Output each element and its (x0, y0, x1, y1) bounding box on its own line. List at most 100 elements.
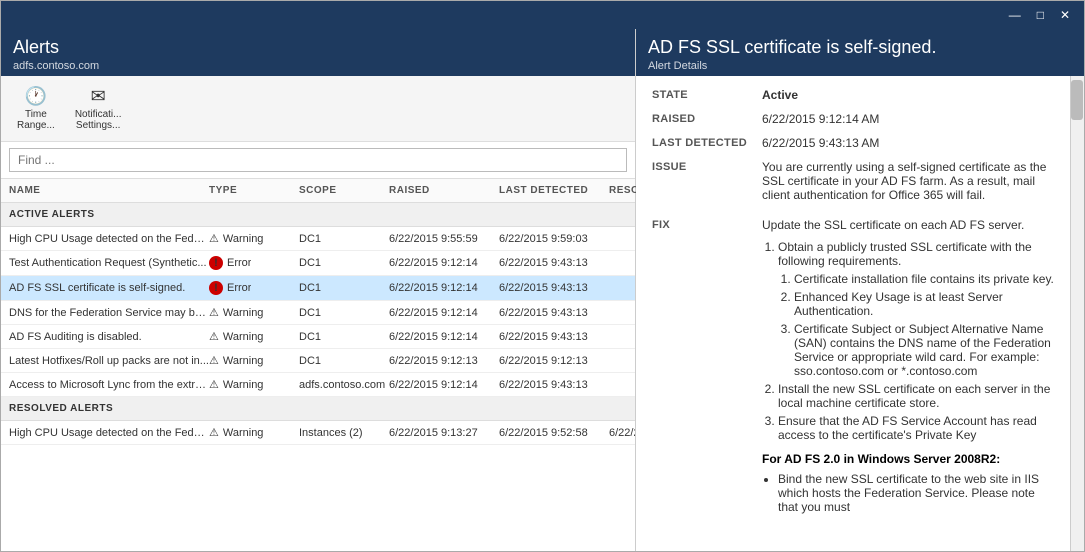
main-container: Alerts adfs.contoso.com 🕐 Time Range... … (1, 29, 1084, 551)
alerts-table: ACTIVE ALERTS High CPU Usage detected on… (1, 203, 635, 551)
left-panel: Alerts adfs.contoso.com 🕐 Time Range... … (1, 29, 636, 551)
alert-raised: 6/22/2015 9:12:13 (389, 355, 499, 367)
resolved-alerts-header: RESOLVED ALERTS (1, 397, 635, 421)
fix-intro: Update the SSL certificate on each AD FS… (762, 218, 1054, 232)
resolved-alerts-list: High CPU Usage detected on the Feder... … (1, 421, 635, 445)
warning-icon: ⚠ (209, 378, 219, 391)
alert-type-label: Warning (223, 233, 264, 245)
alert-name: AD FS Auditing is disabled. (9, 331, 209, 343)
left-header: Alerts adfs.contoso.com (1, 29, 635, 76)
search-bar (1, 142, 635, 179)
left-panel-title: Alerts (13, 37, 623, 58)
state-row: STATE Active (652, 88, 1054, 102)
fix-step-3: Ensure that the AD FS Service Account ha… (778, 414, 1054, 442)
notification-settings-button[interactable]: ✉ Notificati... Settings... (67, 82, 130, 135)
alert-type-label: Warning (223, 307, 264, 319)
alert-type-label: Error (227, 282, 251, 294)
alert-name: AD FS SSL certificate is self-signed. (9, 282, 209, 294)
fix-content: Update the SSL certificate on each AD FS… (762, 218, 1054, 518)
alert-scope: DC1 (299, 331, 389, 343)
issue-row: ISSUE You are currently using a self-sig… (652, 160, 1054, 202)
fix-step-1: Obtain a publicly trusted SSL certificat… (778, 240, 1054, 378)
alert-last-detected: 6/22/2015 9:43:13 (499, 307, 609, 319)
error-icon: ! (209, 256, 223, 270)
alert-name: Test Authentication Request (Synthetic..… (9, 257, 209, 269)
alert-resolved: 6/22/2015 9:53:58 (609, 427, 635, 439)
alert-last-detected: 6/22/2015 9:43:13 (499, 257, 609, 269)
alert-last-detected: 6/22/2015 9:43:13 (499, 331, 609, 343)
alert-type: ⚠Warning (209, 354, 299, 367)
active-alert-row[interactable]: Test Authentication Request (Synthetic..… (1, 251, 635, 276)
state-label: STATE (652, 88, 762, 102)
alert-name: Latest Hotfixes/Roll up packs are not in… (9, 355, 209, 367)
resolved-alert-row[interactable]: High CPU Usage detected on the Feder... … (1, 421, 635, 445)
title-bar: — □ ✕ (1, 1, 1084, 29)
main-window: — □ ✕ Alerts adfs.contoso.com 🕐 Time Ran… (0, 0, 1085, 552)
alert-raised: 6/22/2015 9:12:14 (389, 257, 499, 269)
alert-scope: Instances (2) (299, 427, 389, 439)
active-alerts-header: ACTIVE ALERTS (1, 203, 635, 227)
scrollbar-thumb (1071, 80, 1083, 120)
alert-last-detected: 6/22/2015 9:12:13 (499, 355, 609, 367)
time-range-label: Time Range... (17, 109, 55, 131)
clock-icon: 🕐 (25, 86, 47, 107)
alert-scope: DC1 (299, 257, 389, 269)
time-range-button[interactable]: 🕐 Time Range... (9, 82, 63, 135)
alert-raised: 6/22/2015 9:12:14 (389, 307, 499, 319)
col-last-detected: LAST DETECTED (499, 185, 609, 196)
error-icon: ! (209, 281, 223, 295)
maximize-button[interactable]: □ (1031, 6, 1050, 24)
state-value: Active (762, 88, 1054, 102)
scrollbar[interactable] (1070, 76, 1084, 551)
email-icon: ✉ (91, 86, 106, 107)
active-alert-row[interactable]: Access to Microsoft Lync from the extra.… (1, 373, 635, 397)
fix-bullet-1: Bind the new SSL certificate to the web … (778, 472, 1054, 514)
right-panel: AD FS SSL certificate is self-signed. Al… (636, 29, 1084, 551)
alert-name: High CPU Usage detected on the Feder... (9, 427, 209, 439)
alert-type: ⚠ Warning (209, 232, 299, 245)
minimize-button[interactable]: — (1003, 6, 1027, 24)
alert-raised: 6/22/2015 9:12:14 (389, 282, 499, 294)
fix-bullets: Bind the new SSL certificate to the web … (778, 472, 1054, 514)
alert-type: ⚠Warning (209, 306, 299, 319)
alert-scope: adfs.contoso.com (299, 379, 389, 391)
active-alerts-list: High CPU Usage detected on the Feder... … (1, 227, 635, 397)
active-alert-row[interactable]: AD FS Auditing is disabled. ⚠Warning DC1… (1, 325, 635, 349)
col-name: NAME (9, 185, 209, 196)
warning-icon: ⚠ (209, 330, 219, 343)
search-input[interactable] (9, 148, 627, 172)
issue-label: ISSUE (652, 160, 762, 202)
active-alert-row[interactable]: AD FS SSL certificate is self-signed. ! E… (1, 276, 635, 301)
alert-type: ⚠Warning (209, 330, 299, 343)
alert-type-label: Error (227, 257, 251, 269)
fix-sub-1a: Certificate installation file contains i… (794, 272, 1054, 286)
left-panel-subtitle: adfs.contoso.com (13, 60, 623, 72)
fix-step-1-sub: Certificate installation file contains i… (794, 272, 1054, 378)
alert-type-label: Warning (223, 379, 264, 391)
fix-steps-list: Obtain a publicly trusted SSL certificat… (778, 240, 1054, 442)
alert-last-detected: 6/22/2015 9:59:03 (499, 233, 609, 245)
last-detected-row: LAST DETECTED 6/22/2015 9:43:13 AM (652, 136, 1054, 150)
right-header: AD FS SSL certificate is self-signed. Al… (636, 29, 1084, 76)
alert-last-detected: 6/22/2015 9:43:13 (499, 379, 609, 391)
fix-label: FIX (652, 218, 762, 231)
alert-scope: DC1 (299, 307, 389, 319)
raised-value: 6/22/2015 9:12:14 AM (762, 112, 1054, 126)
active-alert-row[interactable]: High CPU Usage detected on the Feder... … (1, 227, 635, 251)
warning-icon: ⚠ (209, 232, 219, 245)
last-detected-label: LAST DETECTED (652, 136, 762, 150)
active-alert-row[interactable]: DNS for the Federation Service may be...… (1, 301, 635, 325)
active-alert-row[interactable]: Latest Hotfixes/Roll up packs are not in… (1, 349, 635, 373)
alert-scope: DC1 (299, 282, 389, 294)
issue-value: You are currently using a self-signed ce… (762, 160, 1054, 202)
alert-raised: 6/22/2015 9:12:14 (389, 331, 499, 343)
alert-type: ⚠Warning (209, 426, 299, 439)
table-header: NAME TYPE SCOPE RAISED LAST DETECTED RES… (1, 179, 635, 203)
fix-sub-1c: Certificate Subject or Subject Alternati… (794, 322, 1054, 378)
alert-type-label: Warning (223, 355, 264, 367)
alert-raised: 6/22/2015 9:13:27 (389, 427, 499, 439)
detail-scrollable[interactable]: STATE Active RAISED 6/22/2015 9:12:14 AM… (636, 76, 1070, 551)
alert-raised: 6/22/2015 9:12:14 (389, 379, 499, 391)
close-button[interactable]: ✕ (1054, 6, 1076, 24)
raised-label: RAISED (652, 112, 762, 126)
